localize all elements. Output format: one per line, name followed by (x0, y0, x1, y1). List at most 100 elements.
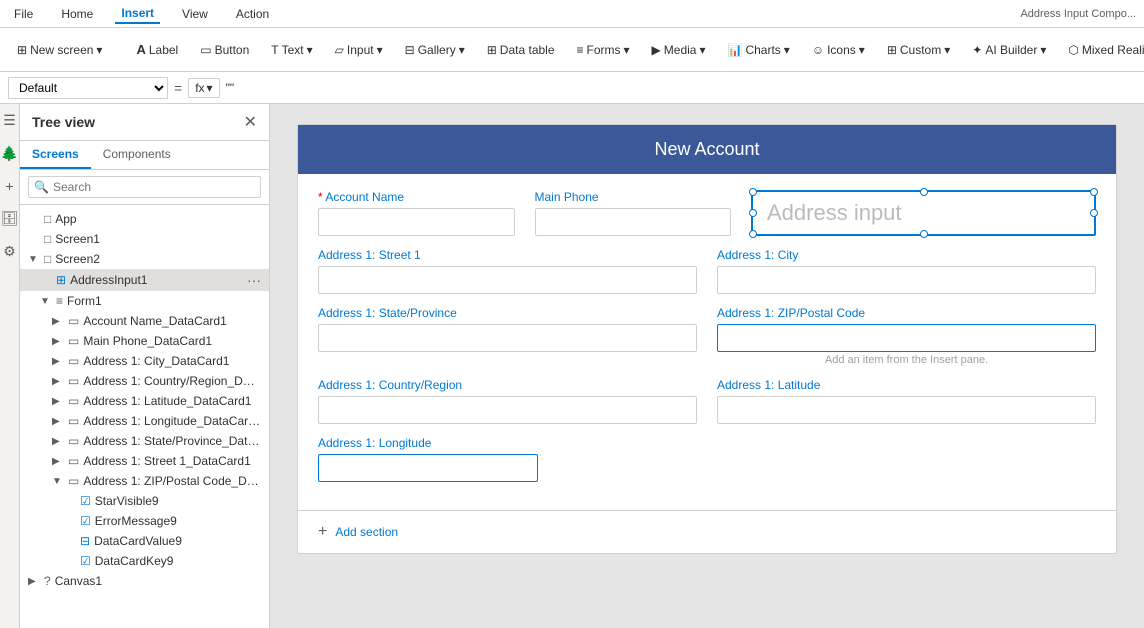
address1-longitude-input[interactable] (318, 454, 538, 482)
address1-country-label: Address 1: Country/Region (318, 378, 697, 392)
tree-arrow-address1-state: ▶ (52, 436, 64, 447)
ai-builder-button[interactable]: ✦ AI Builder ▾ (963, 38, 1055, 62)
formula-equals: = (174, 80, 182, 96)
address1-city-label: Address 1: City (717, 248, 1096, 262)
tree-item-address1-street1-datacard[interactable]: ▶ ▭ Address 1: Street 1_DataCard1 (20, 451, 269, 471)
tree-item-main-phone-datacard[interactable]: ▶ ▭ Main Phone_DataCard1 (20, 331, 269, 351)
menu-home[interactable]: Home (55, 5, 99, 23)
tree-item-address1-zip-datacard[interactable]: ▼ ▭ Address 1: ZIP/Postal Code_DataC... (20, 471, 269, 491)
account-name-datacard-label: Account Name_DataCard1 (83, 314, 226, 328)
sidebar-close-button[interactable]: ✕ (244, 112, 257, 132)
charts-button[interactable]: 📊 Charts ▾ (719, 38, 799, 62)
sidebar-title: Tree view (32, 114, 95, 130)
tree-item-screen2[interactable]: ▼ □ Screen2 (20, 249, 269, 269)
address1-street1-input[interactable] (318, 266, 697, 294)
media-icon: ▶ (652, 43, 661, 57)
address1-latitude-input[interactable] (717, 396, 1096, 424)
left-panel: ☰ 🌲 + 🗄 ⚙ (0, 104, 20, 628)
address1-state-input[interactable] (318, 324, 697, 352)
gallery-button[interactable]: ⊟ Gallery ▾ (396, 38, 474, 62)
handle-bottom-left[interactable] (749, 230, 757, 238)
handle-mid-right[interactable] (1090, 209, 1098, 217)
tab-components[interactable]: Components (91, 141, 183, 169)
addressinput1-more-button[interactable]: ··· (247, 272, 261, 288)
tab-screens[interactable]: Screens (20, 141, 91, 169)
handle-bottom-mid[interactable] (920, 230, 928, 238)
media-button[interactable]: ▶ Media ▾ (643, 38, 715, 62)
main-layout: ☰ 🌲 + 🗄 ⚙ Tree view ✕ Screens Components… (0, 104, 1144, 628)
main-phone-input[interactable] (535, 208, 732, 236)
tree-item-form1[interactable]: ▼ ≡ Form1 (20, 291, 269, 311)
left-panel-data-icon[interactable]: 🗄 (1, 210, 19, 227)
handle-top-mid[interactable] (920, 188, 928, 196)
handle-top-left[interactable] (749, 188, 757, 196)
handle-mid-left[interactable] (749, 209, 757, 217)
search-input[interactable] (28, 176, 261, 198)
menu-view[interactable]: View (176, 5, 214, 23)
tree-item-starvisible9[interactable]: ☑ StarVisible9 (20, 491, 269, 511)
form-actions[interactable]: + Add section (298, 510, 1116, 553)
left-panel-menu-icon[interactable]: ☰ (3, 112, 16, 129)
menu-insert[interactable]: Insert (115, 4, 160, 24)
forms-button[interactable]: ≡ Forms ▾ (568, 38, 639, 62)
address1-latitude-field: Address 1: Latitude (717, 378, 1096, 424)
left-panel-settings-icon[interactable]: ⚙ (3, 243, 16, 260)
custom-button[interactable]: ⊞ Custom ▾ (878, 38, 959, 62)
address1-zip-label: Address 1: ZIP/Postal Code (717, 306, 1096, 320)
form1-label: Form1 (67, 294, 102, 308)
tree-arrow-account-name: ▶ (52, 316, 64, 327)
address1-zip-input[interactable] (717, 324, 1096, 352)
address-input-box[interactable]: Address input (751, 190, 1096, 236)
tree-item-address1-longitude-datacard[interactable]: ▶ ▭ Address 1: Longitude_DataCard1 (20, 411, 269, 431)
tree-item-address1-latitude-datacard[interactable]: ▶ ▭ Address 1: Latitude_DataCard1 (20, 391, 269, 411)
address1-city-input[interactable] (717, 266, 1096, 294)
tree-arrow-address1-city: ▶ (52, 356, 64, 367)
icons-button[interactable]: ☺ Icons ▾ (803, 38, 874, 62)
tree-item-app[interactable]: □ App (20, 209, 269, 229)
tree-item-datacardkey9[interactable]: ☑ DataCardKey9 (20, 551, 269, 571)
menu-file[interactable]: File (8, 5, 39, 23)
button-button[interactable]: ▭ Button (191, 38, 258, 62)
address1-country-datacard-label: Address 1: Country/Region_DataC... (83, 374, 261, 388)
account-name-input[interactable] (318, 208, 515, 236)
forms-dropdown-icon: ▾ (624, 43, 630, 57)
formula-scope-select[interactable]: Default (8, 77, 168, 99)
formula-fx-button[interactable]: fx ▾ (188, 78, 219, 98)
input-button[interactable]: ▱ Input ▾ (326, 38, 392, 62)
address1-latitude-datacard-icon: ▭ (68, 394, 79, 408)
tree-item-canvas1[interactable]: ▶ ? Canvas1 (20, 571, 269, 591)
tree-arrow-form1: ▼ (40, 296, 52, 307)
left-panel-insert-icon[interactable]: + (5, 178, 13, 194)
gallery-icon: ⊟ (405, 43, 415, 57)
address1-city-datacard-icon: ▭ (68, 354, 79, 368)
data-table-button[interactable]: ⊞ Data table (478, 38, 564, 62)
left-panel-tree-icon[interactable]: 🌲 (1, 145, 18, 162)
handle-top-right[interactable] (1090, 188, 1098, 196)
tree-item-screen1[interactable]: □ Screen1 (20, 229, 269, 249)
tree-item-account-name-datacard[interactable]: ▶ ▭ Account Name_DataCard1 (20, 311, 269, 331)
tree-item-address1-stateprovince-datacard[interactable]: ▶ ▭ Address 1: State/Province_DataCard1 (20, 431, 269, 451)
address1-state-datacard-label: Address 1: State/Province_DataCard1 (83, 434, 261, 448)
address-input-container: Address input (751, 190, 1096, 236)
form-body: Account Name Main Phone (298, 174, 1116, 510)
formula-input[interactable] (226, 81, 1136, 95)
tree-item-addressinput1[interactable]: ⊞ AddressInput1 ··· (20, 269, 269, 291)
new-screen-icon: ⊞ (17, 43, 27, 57)
text-button[interactable]: T Text ▾ (262, 38, 321, 62)
mixed-reality-button[interactable]: ⬡ Mixed Reality ▾ (1059, 38, 1144, 62)
tree-arrow-main-phone: ▶ (52, 336, 64, 347)
tree-item-datacardvalue9[interactable]: ⊟ DataCardValue9 (20, 531, 269, 551)
tree-item-address1-country-datacard[interactable]: ▶ ▭ Address 1: Country/Region_DataC... (20, 371, 269, 391)
charts-dropdown-icon: ▾ (784, 43, 790, 57)
new-screen-button[interactable]: ⊞ New screen ▾ (8, 38, 111, 62)
label-button[interactable]: A Label (127, 37, 187, 62)
tree-item-errormessage9[interactable]: ☑ ErrorMessage9 (20, 511, 269, 531)
app-label: App (55, 212, 76, 226)
addressinput1-label: AddressInput1 (70, 273, 147, 287)
address1-country-input[interactable] (318, 396, 697, 424)
add-section-label[interactable]: Add section (335, 525, 398, 539)
tree-arrow-address1-longitude: ▶ (52, 416, 64, 427)
charts-icon: 📊 (728, 43, 743, 57)
menu-action[interactable]: Action (230, 5, 275, 23)
tree-item-address1-city-datacard[interactable]: ▶ ▭ Address 1: City_DataCard1 (20, 351, 269, 371)
